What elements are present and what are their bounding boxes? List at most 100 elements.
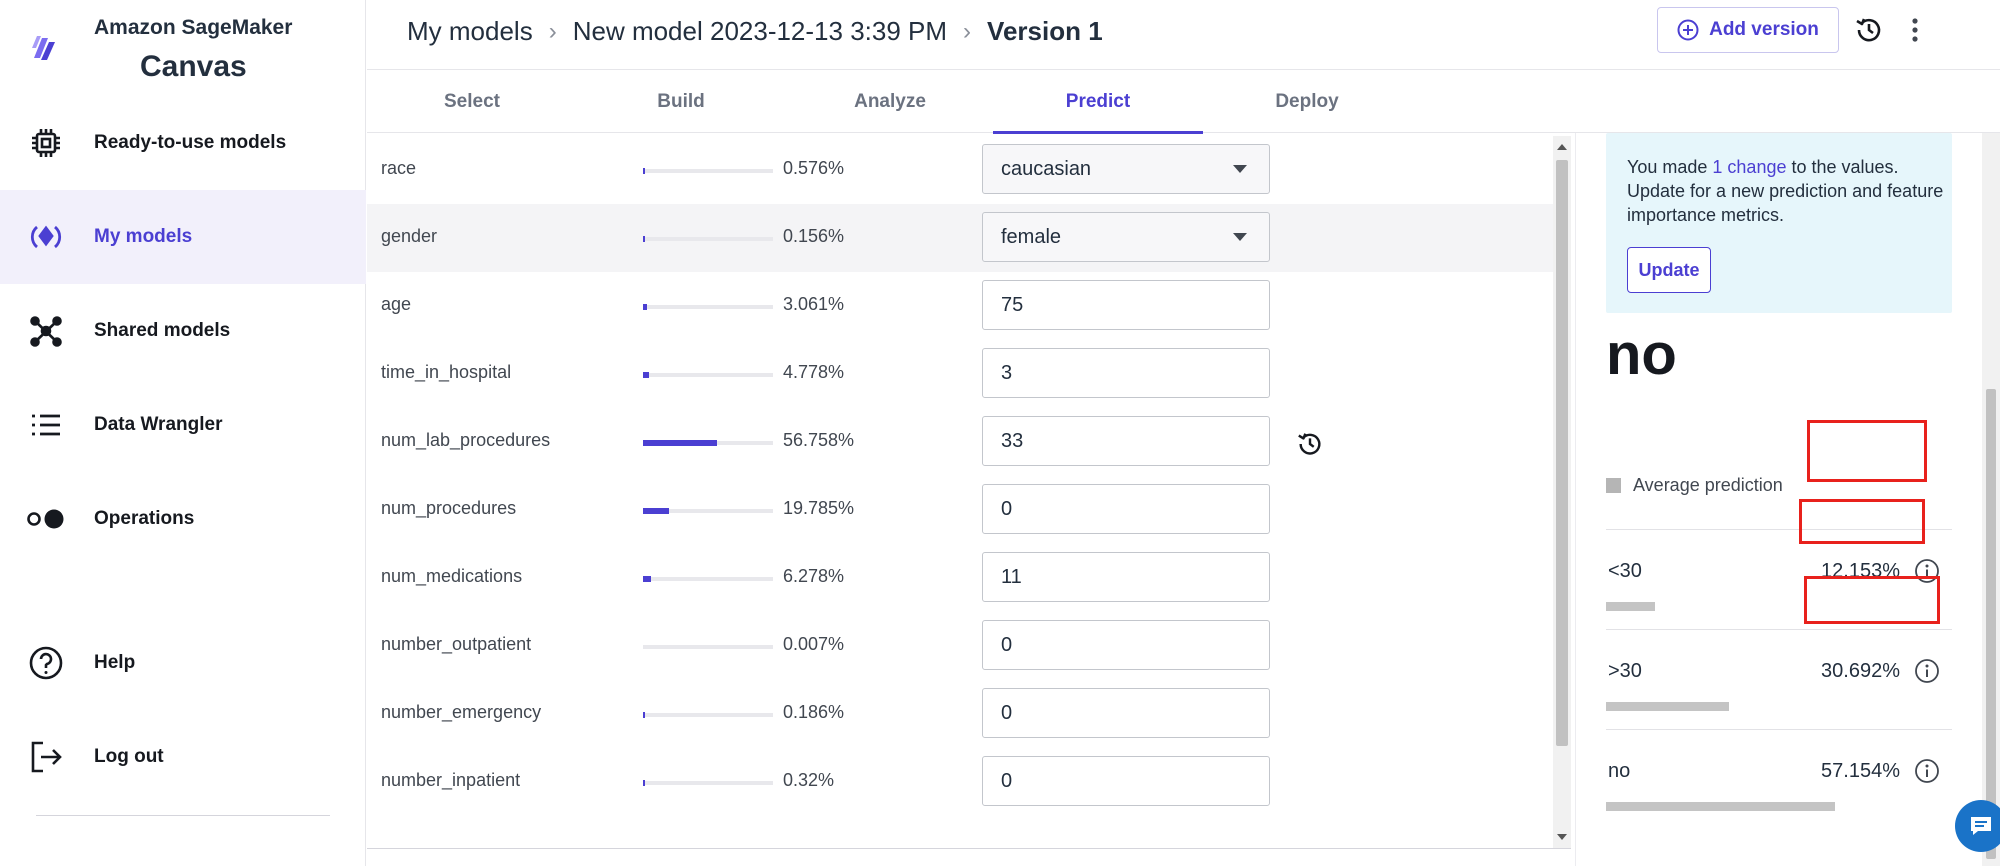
- legend-swatch: [1606, 478, 1621, 493]
- importance-bar-fill: [643, 440, 717, 446]
- canvas-logo-icon: [32, 36, 55, 60]
- feature-name: race: [381, 158, 417, 178]
- feature-name: gender: [381, 226, 438, 246]
- table-row: num_procedures 19.785% 0: [367, 476, 1553, 544]
- history-icon[interactable]: [1853, 14, 1885, 46]
- importance-bar: [643, 440, 773, 446]
- network-icon: [26, 311, 66, 351]
- predicted-value: no: [1606, 322, 1677, 387]
- importance-bar-fill: [643, 372, 650, 378]
- importance-percent: 4.778%: [783, 362, 845, 382]
- sidebar-item-data-wrangler[interactable]: Data Wrangler: [0, 378, 366, 472]
- table-scrollbar[interactable]: [1553, 136, 1571, 848]
- plus-circle-icon: [1677, 19, 1699, 41]
- sidebar-item-label: Ready-to-use models: [94, 132, 287, 153]
- table-row: age 3.061% 75: [367, 272, 1553, 340]
- importance-bar-fill: [643, 780, 645, 786]
- feature-name: num_procedures: [381, 498, 517, 518]
- sidebar-item-label: Operations: [94, 508, 195, 529]
- feature-value-input[interactable]: 0: [982, 756, 1270, 806]
- info-icon[interactable]: [1914, 758, 1940, 784]
- table-row: race 0.576% caucasian: [367, 136, 1553, 204]
- breadcrumb: My models › New model 2023-12-13 3:39 PM…: [407, 16, 1103, 47]
- prediction-class-label: <30: [1608, 560, 1642, 582]
- scroll-thumb[interactable]: [1986, 389, 1996, 859]
- tab-deploy[interactable]: Deploy: [1202, 71, 1412, 133]
- add-version-button[interactable]: Add version: [1657, 7, 1839, 53]
- reset-value-icon[interactable]: [1296, 430, 1324, 458]
- table-row: number_outpatient 0.007% 0: [367, 612, 1553, 680]
- toggle-icon: [26, 499, 66, 539]
- more-options-icon[interactable]: [1899, 14, 1931, 46]
- info-icon[interactable]: [1914, 658, 1940, 684]
- feature-value: 0: [1001, 498, 1013, 520]
- importance-bar-fill: [643, 508, 669, 514]
- importance-percent: 0.32%: [783, 770, 835, 790]
- sidebar-item-operations[interactable]: Operations: [0, 472, 366, 566]
- importance-percent: 3.061%: [783, 294, 845, 314]
- importance-bar: [643, 372, 773, 378]
- list-icon: [26, 405, 66, 445]
- tab-analyze[interactable]: Analyze: [785, 71, 995, 133]
- feature-value-input[interactable]: 75: [982, 280, 1270, 330]
- prediction-probability: 30.692%: [1821, 660, 1900, 682]
- sidebar-item-ready-to-use-models[interactable]: Ready-to-use models: [0, 96, 366, 190]
- help-icon: [26, 643, 66, 683]
- importance-bar: [643, 304, 773, 310]
- importance-percent: 0.007%: [783, 634, 845, 654]
- sidebar-item-log-out[interactable]: Log out: [0, 710, 366, 804]
- table-row: num_medications 6.278% 11: [367, 544, 1553, 612]
- feature-value-input[interactable]: 0: [982, 688, 1270, 738]
- prediction-row: no 57.154%: [1606, 729, 1952, 829]
- breadcrumb-model-name[interactable]: New model 2023-12-13 3:39 PM: [573, 16, 947, 47]
- feature-value-dropdown[interactable]: caucasian: [982, 144, 1270, 194]
- feature-value: 0: [1001, 702, 1013, 724]
- feature-name: time_in_hospital: [381, 362, 512, 382]
- sidebar: Amazon SageMaker Canvas Ready-to-use mod…: [0, 0, 366, 866]
- sidebar-item-my-models[interactable]: My models: [0, 190, 366, 284]
- table-row: number_inpatient 0.32% 0: [367, 748, 1553, 816]
- sidebar-item-shared-models[interactable]: Shared models: [0, 284, 366, 378]
- scroll-up-icon[interactable]: [1557, 144, 1567, 150]
- feature-name: num_lab_procedures: [381, 430, 551, 450]
- changes-link[interactable]: 1 change: [1712, 157, 1786, 177]
- sidebar-divider: [36, 815, 330, 816]
- caret-down-icon: [1233, 233, 1247, 241]
- importance-bar: [643, 168, 773, 174]
- tab-build[interactable]: Build: [576, 71, 786, 133]
- panel-scrollbar[interactable]: [1982, 133, 2000, 866]
- tab-select[interactable]: Select: [367, 71, 577, 133]
- legend-label: Average prediction: [1633, 475, 1783, 495]
- importance-bar: [643, 508, 773, 514]
- importance-percent: 0.186%: [783, 702, 845, 722]
- chat-icon: [1971, 817, 1991, 835]
- feature-value-input[interactable]: 3: [982, 348, 1270, 398]
- prediction-probability: 57.154%: [1821, 760, 1900, 782]
- sidebar-item-help[interactable]: Help: [0, 616, 366, 710]
- breadcrumb-my-models[interactable]: My models: [407, 16, 533, 47]
- importance-bar: [643, 712, 773, 718]
- scroll-down-icon[interactable]: [1557, 834, 1567, 840]
- prediction-class-label: no: [1608, 760, 1631, 782]
- feature-value-input[interactable]: 11: [982, 552, 1270, 602]
- feature-value-input[interactable]: 0: [982, 484, 1270, 534]
- importance-percent: 56.758%: [783, 430, 855, 450]
- highlight-box: [1804, 576, 1940, 624]
- update-button[interactable]: Update: [1627, 247, 1711, 293]
- importance-bar-fill: [643, 168, 645, 174]
- notice-text-before: You made: [1627, 157, 1713, 177]
- scroll-thumb[interactable]: [1556, 160, 1568, 746]
- table-row: number_emergency 0.186% 0: [367, 680, 1553, 748]
- importance-bar: [643, 780, 773, 786]
- feature-value-input[interactable]: 0: [982, 620, 1270, 670]
- my-models-icon: [26, 217, 66, 257]
- feature-name: number_emergency: [381, 702, 542, 722]
- caret-down-icon: [1233, 165, 1247, 173]
- header: My models › New model 2023-12-13 3:39 PM…: [367, 0, 2000, 70]
- feature-value-input[interactable]: 33: [982, 416, 1270, 466]
- feature-value-dropdown[interactable]: female: [982, 212, 1270, 262]
- feature-name: age: [381, 294, 412, 314]
- tab-predict[interactable]: Predict: [993, 71, 1203, 134]
- sidebar-item-label: Log out: [94, 746, 164, 767]
- chat-button[interactable]: [1955, 800, 2000, 852]
